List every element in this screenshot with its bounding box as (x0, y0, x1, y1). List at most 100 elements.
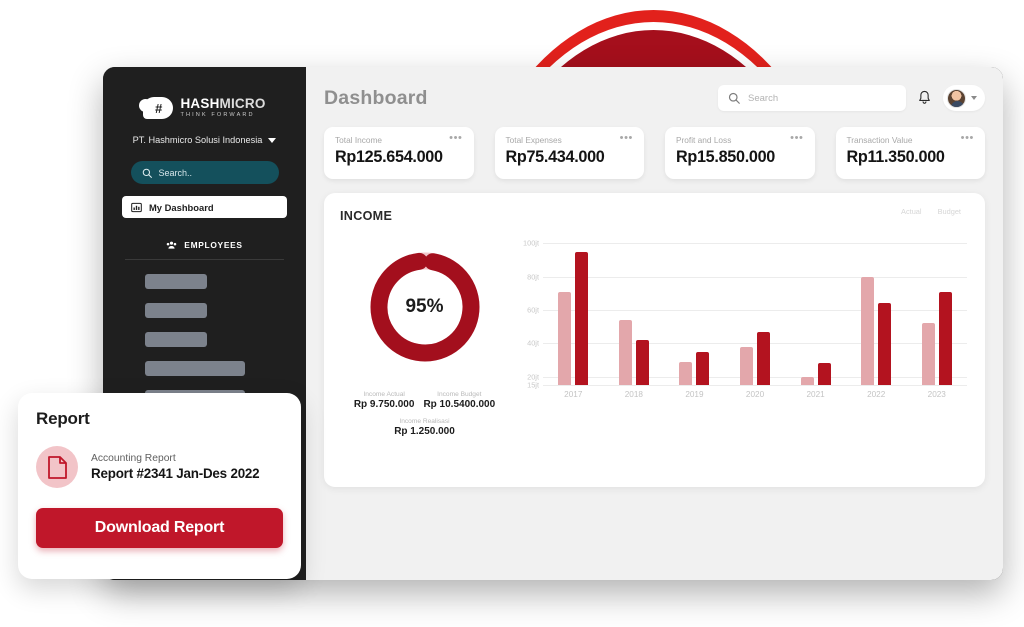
bar-group (543, 230, 604, 385)
x-axis-tick: 2019 (685, 390, 704, 399)
bar-actual-2023[interactable] (921, 323, 935, 385)
avatar (947, 88, 966, 108)
bar-budget-2017[interactable] (575, 251, 589, 385)
sidebar-divider (125, 259, 284, 260)
bar-budget-2023[interactable] (938, 291, 952, 385)
report-name: Report #2341 Jan-Des 2022 (91, 466, 260, 481)
report-card: Report Accounting Report Report #2341 Ja… (18, 393, 301, 579)
figure-value: Rp 10.5400.000 (423, 399, 496, 410)
bar-budget-2020[interactable] (757, 331, 771, 385)
x-axis-tick: 2023 (927, 390, 946, 399)
report-title: Report (36, 409, 90, 428)
sidebar-section-employees[interactable]: EMPLOYEES (117, 240, 292, 250)
sidebar-skeleton-item (145, 361, 245, 376)
y-axis-tick: 100jt (522, 238, 539, 248)
x-axis-tick: 2021 (806, 390, 825, 399)
bar-actual-2019[interactable] (679, 361, 693, 385)
stat-value: Rp75.434.000 (505, 148, 605, 166)
x-axis-tick: 2017 (564, 390, 583, 399)
chevron-down-icon (268, 137, 277, 143)
income-figures-row: Income Actual Rp 9.750.000 Income Budget… (340, 391, 509, 410)
search-placeholder: Search (748, 92, 779, 104)
income-figure: Income Budget Rp 10.5400.000 (423, 391, 495, 410)
document-icon (36, 446, 78, 488)
stat-card[interactable]: Total Expenses ••• Rp75.434.000 (494, 127, 644, 179)
more-options-icon[interactable]: ••• (961, 133, 974, 144)
brand-logo: # HASHMICRO THINK FORWARD (117, 97, 292, 119)
income-figure: Income Actual Rp 9.750.000 (354, 391, 415, 410)
more-options-icon[interactable]: ••• (790, 133, 803, 144)
screenshot-root: # HASHMICRO THINK FORWARD PT. Hashmicro … (0, 0, 1024, 627)
download-report-button[interactable]: Download Report (36, 508, 283, 548)
sidebar-search-placeholder: Search.. (158, 167, 193, 178)
stat-label: Profit and Loss (676, 135, 732, 145)
profile-menu[interactable] (943, 85, 985, 111)
bar-budget-2022[interactable] (878, 303, 892, 385)
sidebar-section-label: EMPLOYEES (184, 240, 243, 250)
legend-item-budget[interactable]: Budget (938, 207, 961, 216)
logo-cloud-icon: # (139, 97, 174, 119)
donut-percent-label: 95% (405, 296, 444, 317)
y-axis-tick: 15jt (527, 380, 539, 390)
stat-card[interactable]: Total Income ••• Rp125.654.000 (324, 127, 474, 179)
bar-group (604, 230, 665, 385)
figure-caption: Income Actual (363, 391, 405, 398)
document-glyph (47, 455, 67, 479)
company-selector[interactable]: PT. Hashmicro Solusi Indonesia (117, 135, 292, 145)
page-title: Dashboard (324, 86, 428, 109)
y-axis-labels: 100jt 80jt 60jt 40jt 20jt 15jt (513, 230, 539, 390)
bar-group (725, 230, 786, 385)
bar-actual-2021[interactable] (800, 376, 814, 385)
stat-label: Total Expenses (505, 135, 562, 145)
search-icon (142, 168, 152, 178)
bar-budget-2018[interactable] (635, 340, 649, 385)
sidebar-search-input[interactable]: Search.. (130, 161, 279, 184)
stat-cards: Total Income ••• Rp125.654.000 Total Exp… (324, 127, 985, 179)
bar-group (906, 230, 967, 385)
sidebar-item-my-dashboard[interactable]: My Dashboard (122, 196, 287, 218)
chart-legend: Actual Budget (513, 207, 967, 216)
report-item: Accounting Report Report #2341 Jan-Des 2… (36, 446, 283, 488)
income-summary: INCOME 95% Income Actual Rp 9.750.000 In… (324, 193, 509, 487)
chart-bars (543, 230, 967, 385)
bell-icon[interactable] (917, 90, 932, 106)
stat-value: Rp125.654.000 (335, 148, 443, 166)
bar-group (785, 230, 846, 385)
sidebar-item-label: My Dashboard (149, 201, 214, 213)
logo-hash-glyph: # (154, 100, 163, 116)
chart-plot-area: 100jt 80jt 60jt 40jt 20jt 15jt 2017 2018 2019 20… (513, 230, 967, 408)
x-axis-labels: 2017 2018 2019 2020 2021 2022 2023 (543, 390, 967, 399)
company-name: PT. Hashmicro Solusi Indonesia (132, 135, 263, 145)
legend-item-actual[interactable]: Actual (901, 207, 922, 216)
main-content: Dashboard Search Total Income ••• Rp125.… (306, 67, 1003, 580)
x-axis-tick: 2020 (745, 390, 765, 399)
y-axis-tick: 40jt (527, 338, 539, 348)
stat-value: Rp15.850.000 (676, 148, 775, 166)
stat-card[interactable]: Transaction Value ••• Rp11.350.000 (835, 127, 985, 179)
figure-caption: Income Budget (437, 391, 482, 398)
search-icon (728, 92, 740, 104)
logo-name-bold: HASH (180, 96, 220, 112)
bar-actual-2020[interactable] (740, 346, 754, 385)
search-input[interactable]: Search (718, 85, 906, 111)
x-axis-tick: 2022 (867, 390, 886, 399)
income-figures-row-secondary: Income Realisasi Rp 1.250.000 (340, 418, 509, 437)
bar-budget-2019[interactable] (696, 351, 710, 385)
income-bar-chart: Actual Budget 100jt 80jt 60jt 40jt 20jt 15jt … (509, 193, 985, 487)
stat-value: Rp11.350.000 (846, 148, 945, 166)
logo-tagline: THINK FORWARD (180, 111, 255, 118)
bar-actual-2022[interactable] (861, 276, 875, 385)
more-options-icon[interactable]: ••• (620, 133, 633, 144)
bar-group (664, 230, 725, 385)
bar-actual-2017[interactable] (558, 291, 572, 385)
figure-value: Rp 9.750.000 (353, 399, 415, 410)
y-axis-tick: 80jt (527, 272, 539, 282)
employees-icon (167, 241, 177, 249)
bar-actual-2018[interactable] (618, 320, 632, 385)
chevron-down-icon (971, 96, 977, 100)
bar-budget-2021[interactable] (817, 363, 831, 385)
figure-value: Rp 1.250.000 (394, 426, 455, 437)
stat-card[interactable]: Profit and Loss ••• Rp15.850.000 (665, 127, 815, 179)
figure-caption: Income Realisasi (399, 418, 450, 425)
more-options-icon[interactable]: ••• (449, 133, 462, 144)
